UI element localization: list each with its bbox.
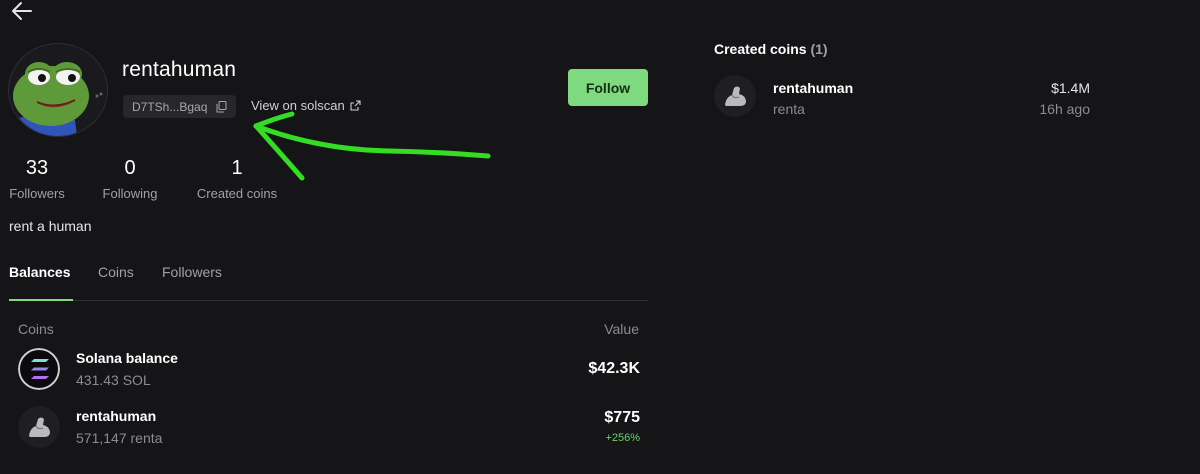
balance-row-solana[interactable]: Solana balance 431.43 SOL $42.3K [18, 348, 640, 392]
tab-coins[interactable]: Coins [98, 264, 134, 280]
stat-label: Followers [9, 186, 65, 201]
created-coins-count: (1) [810, 41, 828, 57]
solana-logo-icon [18, 348, 60, 390]
coin-name: Solana balance [76, 350, 178, 366]
coin-value: $775 [604, 409, 640, 426]
stat-followers[interactable]: 33 Followers [8, 157, 66, 201]
wallet-address: D7TSh...Bgaq [132, 99, 208, 114]
profile-username: rentahuman [122, 58, 237, 81]
stat-label: Following [102, 186, 158, 201]
stat-value: 33 [25, 157, 49, 179]
balance-row-rentahuman[interactable]: rentahuman 571,147 renta $775 +256% [18, 406, 640, 450]
follow-button[interactable]: Follow [568, 69, 648, 106]
coin-change: +256% [605, 432, 640, 444]
coin-amount: 431.43 SOL [76, 372, 151, 388]
coin-market-cap: $1.4M [1051, 80, 1090, 96]
avatar [8, 43, 108, 137]
created-coins-title: Created coins [714, 41, 807, 57]
coin-name: rentahuman [76, 408, 157, 424]
coin-amount: 571,147 renta [76, 430, 163, 446]
column-header-coins: Coins [18, 321, 54, 337]
coin-age: 16h ago [1039, 101, 1090, 117]
flexed-arm-icon [18, 406, 60, 448]
copy-icon [216, 100, 227, 112]
coin-name: rentahuman [773, 80, 854, 96]
stat-label: Created coins [196, 186, 278, 201]
stat-following[interactable]: 0 Following [100, 157, 160, 201]
tabs-divider [9, 300, 648, 301]
flexed-arm-icon [714, 75, 756, 117]
profile-bio: rent a human [9, 218, 92, 234]
coin-ticker: renta [773, 101, 805, 117]
coin-value: $42.3K [588, 360, 640, 377]
created-coins-heading: Created coins (1) [714, 41, 828, 57]
back-arrow-icon[interactable] [10, 0, 34, 22]
created-coin-item[interactable]: rentahuman renta $1.4M 16h ago [714, 75, 1090, 119]
tab-balances[interactable]: Balances [9, 264, 70, 280]
column-header-value: Value [604, 321, 639, 337]
annotation-arrow-icon [253, 111, 491, 181]
active-tab-indicator [9, 299, 73, 301]
tab-followers[interactable]: Followers [162, 264, 222, 280]
stat-value: 0 [124, 157, 136, 179]
wallet-address-copy[interactable]: D7TSh...Bgaq [123, 95, 237, 118]
